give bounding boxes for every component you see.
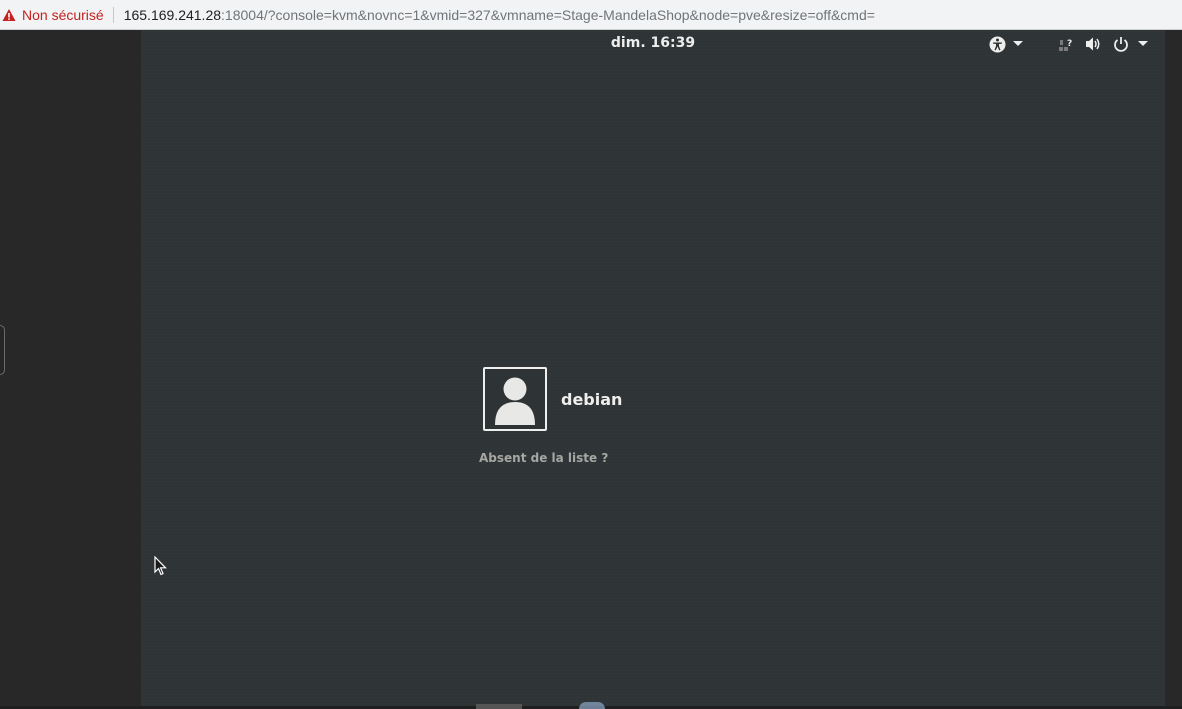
system-menu[interactable] [1113,35,1148,53]
url-text[interactable]: 165.169.241.28:18004/?console=kvm&novnc=… [114,7,875,23]
browser-address-bar[interactable]: Non sécurisé 165.169.241.28:18004/?conso… [0,0,1182,30]
user-icon [495,377,535,425]
bottom-mark [476,704,522,709]
dropdown-arrow-icon [1138,41,1148,46]
gnome-top-bar: dim. 16:39 ? [141,30,1165,58]
url-path: :18004/?console=kvm&novnc=1&vmid=327&vmn… [221,6,875,23]
warning-icon [2,8,16,21]
not-listed-link[interactable]: Absent de la liste ? [479,451,608,465]
security-indicator[interactable]: Non sécurisé [0,6,114,23]
user-avatar[interactable] [483,367,547,431]
network-indicator[interactable]: ? [1058,35,1074,53]
username[interactable]: debian [561,390,622,409]
url-host: 165.169.241.28 [123,6,222,23]
volume-icon [1086,37,1100,51]
novnc-control-bar-handle[interactable] [0,325,5,375]
right-margin [1165,30,1182,709]
network-offline-icon: ? [1059,39,1072,51]
accessibility-icon [989,36,1006,52]
novnc-side-panel [0,30,141,709]
mouse-cursor-icon [154,556,167,576]
security-label: Non sécurisé [22,6,104,23]
vm-screen[interactable]: dim. 16:39 ? debian Absent de la liste ? [141,30,1165,706]
svg-text:?: ? [1067,39,1072,49]
dropdown-arrow-icon [1013,41,1023,46]
volume-indicator[interactable] [1085,35,1102,53]
power-icon [1114,37,1128,52]
bottom-mark [579,702,605,709]
accessibility-menu[interactable] [989,35,1023,53]
